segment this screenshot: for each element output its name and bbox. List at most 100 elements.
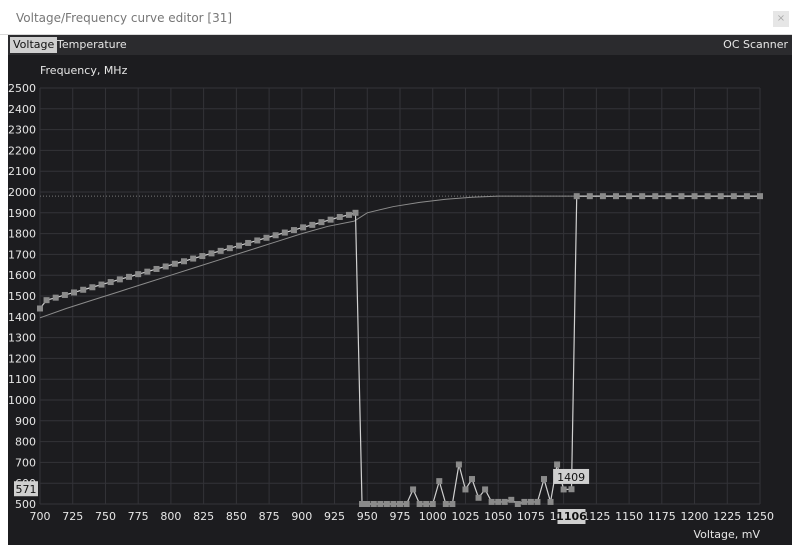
x-tick-label: 800 [160,510,181,523]
curve-point[interactable] [171,260,178,267]
curve-point[interactable] [226,245,233,252]
curve-point[interactable] [364,501,371,507]
curve-point[interactable] [272,232,279,239]
curve-point[interactable] [547,498,554,505]
tab-temperature[interactable]: Temperature [54,37,130,53]
curve-point[interactable] [397,501,403,507]
curve-point[interactable] [37,305,43,312]
curve-point[interactable] [245,239,252,246]
curve-point[interactable] [43,297,50,304]
curve-point[interactable] [217,247,224,254]
curve-point[interactable] [383,501,390,507]
curve-point[interactable] [527,498,534,505]
curve-point[interactable] [181,258,187,265]
oc-scanner-button[interactable]: OC Scanner [723,37,788,53]
curve-point[interactable] [475,494,482,501]
curve-point[interactable] [665,193,672,200]
curve-point[interactable] [162,263,169,270]
curve-point[interactable] [613,193,619,200]
curve-point[interactable] [345,211,352,218]
curve-point[interactable] [501,498,508,505]
curve-point[interactable] [199,253,206,260]
curve-point[interactable] [626,193,633,200]
curve-point[interactable] [436,478,443,485]
curve-point[interactable] [352,209,359,216]
y-tick-label: 1900 [8,207,36,220]
curve-point[interactable] [116,276,123,283]
vf-curve-chart[interactable]: 5006007008009001000110012001300140015001… [8,55,792,545]
curve-point[interactable] [235,242,242,249]
curve-point[interactable] [89,284,96,291]
curve-point[interactable] [455,461,462,468]
curve-point[interactable] [80,286,87,293]
tab-voltage[interactable]: Voltage [10,37,58,53]
curve-point[interactable] [586,193,593,200]
vf-curve-plot-area[interactable]: 5006007008009001000110012001300140015001… [8,55,792,545]
curve-point[interactable] [704,193,711,200]
curve-point[interactable] [390,501,397,507]
curve-point[interactable] [71,289,78,296]
curve-point[interactable] [462,486,469,493]
curve-point[interactable] [336,213,343,220]
curve-point[interactable] [254,237,261,244]
curve-point[interactable] [318,219,325,226]
curve-point[interactable] [377,501,384,507]
curve-point[interactable] [560,486,567,493]
curve-point[interactable] [541,476,547,483]
curve-point[interactable] [449,501,456,507]
y-tick-label: 700 [15,456,36,469]
curve-point[interactable] [370,501,377,507]
x-tick-label: 975 [390,510,411,523]
curve-point[interactable] [98,281,105,288]
curve-point[interactable] [126,273,133,280]
curve-point[interactable] [410,486,417,493]
curve-point[interactable] [730,193,737,200]
curve-point[interactable] [743,193,750,200]
curve-point[interactable] [469,476,475,483]
curve-point[interactable] [482,486,489,493]
curve-point[interactable] [757,193,763,200]
curve-point[interactable] [61,291,68,298]
curve-point[interactable] [309,221,316,228]
curve-point[interactable] [639,193,646,200]
curve-point[interactable] [599,193,606,200]
curve-point[interactable] [263,234,270,241]
curve-point[interactable] [359,501,366,507]
curve-point[interactable] [208,250,215,257]
curve-point[interactable] [190,255,197,262]
curve-point[interactable] [327,216,334,223]
curve-point[interactable] [429,501,436,507]
curve-point[interactable] [290,227,297,234]
window-title: Voltage/Frequency curve editor [31] [16,11,233,25]
close-button[interactable]: × [773,11,789,27]
curve-point[interactable] [717,193,724,200]
curve-point[interactable] [678,193,685,200]
y-tick-label: 1500 [8,290,36,303]
curve-point[interactable] [521,498,528,505]
curve-point[interactable] [300,224,307,231]
curve-point[interactable] [135,271,142,278]
curve-point[interactable] [495,498,502,505]
curve-point[interactable] [514,501,521,507]
curve-point[interactable] [488,498,495,505]
curve-point[interactable] [652,193,659,200]
curve-point[interactable] [573,193,580,200]
curve-point[interactable] [416,501,423,507]
curve-point[interactable] [423,501,430,507]
curve-point[interactable] [508,496,515,503]
curve-point[interactable] [52,294,59,301]
curve-point[interactable] [403,501,410,507]
curve-point[interactable] [442,501,449,507]
y-tick-label: 1200 [8,352,36,365]
curve-point[interactable] [144,268,151,275]
curve-point[interactable] [568,486,575,493]
y-tick-label: 2500 [8,82,36,95]
cursor-frequency-label: 571 [16,483,37,496]
curve-point[interactable] [554,461,561,468]
curve-point[interactable] [281,229,288,236]
curve-point[interactable] [534,498,541,505]
curve-point[interactable] [691,193,698,200]
curve-point[interactable] [153,265,160,272]
x-tick-label: 1150 [615,510,643,523]
curve-point[interactable] [107,279,114,286]
